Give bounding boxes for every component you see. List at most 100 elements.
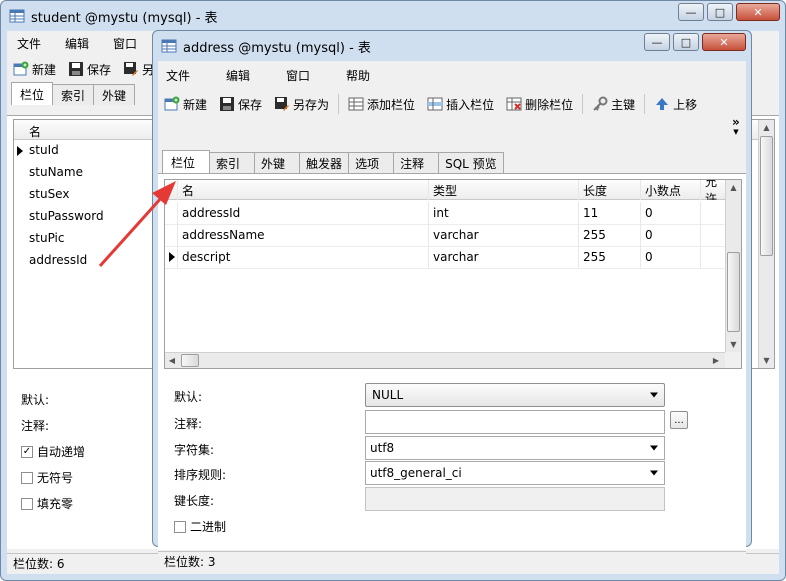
col-header-name[interactable]: 名	[178, 180, 429, 200]
front-tab-comments[interactable]: 注释	[393, 152, 440, 173]
dropdown-arrow-icon	[650, 470, 658, 476]
back-zerofill-checkbox[interactable]: 填充零	[21, 495, 73, 512]
close-icon[interactable]: ✕	[736, 3, 780, 21]
cell-name[interactable]: addressName	[178, 224, 429, 246]
binary-checkbox[interactable]: 二进制	[174, 518, 226, 535]
front-menu-edit[interactable]: 编辑	[214, 67, 274, 84]
front-hscroll-thumb[interactable]	[181, 354, 199, 367]
cell-name[interactable]: addressId	[178, 202, 429, 224]
scroll-left-icon[interactable]: ◀	[165, 353, 179, 368]
minimize-icon[interactable]: —	[644, 33, 670, 51]
front-grid-vscroll[interactable]: ▲ ▼	[725, 180, 741, 352]
table-row[interactable]: descript varchar 255 0	[165, 246, 725, 269]
front-tab-indexes[interactable]: 索引	[209, 152, 256, 173]
scroll-up-icon[interactable]: ▲	[726, 180, 741, 194]
front-tab-fields[interactable]: 栏位	[162, 150, 211, 173]
cell-length[interactable]: 11	[579, 202, 641, 224]
delete-field-icon	[506, 97, 522, 111]
arrow-up-icon	[656, 98, 669, 110]
back-tab-fields[interactable]: 栏位	[11, 82, 54, 105]
comment-input[interactable]	[365, 410, 665, 434]
table-row[interactable]: addressId int 11 0	[165, 202, 725, 225]
back-menu-file[interactable]: 文件	[7, 35, 55, 52]
back-menu-edit[interactable]: 编辑	[55, 35, 103, 52]
cell-type[interactable]: varchar	[429, 224, 579, 246]
back-tab-indexes[interactable]: 索引	[52, 84, 95, 105]
front-window-controls: — □ ✕	[644, 33, 746, 51]
cell-type[interactable]: int	[429, 202, 579, 224]
col-header-decimals[interactable]: 小数点	[641, 180, 701, 200]
back-grid-vscroll[interactable]: ▲ ▼	[758, 120, 774, 368]
comment-more-button[interactable]: ...	[670, 411, 688, 429]
close-icon[interactable]: ✕	[702, 33, 746, 51]
col-header-allow-null[interactable]: 允许	[701, 180, 725, 200]
front-tab-foreign-keys[interactable]: 外键	[254, 152, 301, 173]
front-tab-options[interactable]: 选项	[348, 152, 395, 173]
move-up-button[interactable]: 上移	[648, 93, 703, 115]
front-tab-triggers[interactable]: 触发器	[299, 152, 350, 173]
cell-type[interactable]: varchar	[429, 246, 579, 268]
cell-decimals[interactable]: 0	[641, 224, 701, 246]
delete-field-button[interactable]: 删除栏位	[500, 93, 579, 115]
maximize-icon[interactable]: □	[707, 3, 733, 21]
front-menu-file[interactable]: 文件	[158, 67, 214, 84]
col-header-type[interactable]: 类型	[429, 180, 579, 200]
toolbar-overflow-button[interactable]: » ▼	[732, 116, 740, 137]
col-header-length[interactable]: 长度	[579, 180, 641, 200]
cell-allow-null[interactable]	[701, 246, 725, 268]
scroll-down-icon[interactable]: ▼	[726, 337, 741, 351]
collation-select[interactable]: utf8_general_ci	[365, 461, 665, 485]
back-grid-row[interactable]: addressId	[29, 253, 87, 267]
table-row[interactable]: addressName varchar 255 0	[165, 224, 725, 247]
back-tab-foreign-keys[interactable]: 外键	[93, 84, 136, 105]
cell-name[interactable]: descript	[178, 246, 429, 268]
back-grid-row[interactable]: stuSex	[29, 187, 69, 201]
back-comment-label: 注释:	[21, 419, 50, 433]
new-table-icon	[164, 96, 180, 111]
back-grid-row[interactable]: stuPic	[29, 231, 64, 245]
back-unsigned-checkbox[interactable]: 无符号	[21, 469, 73, 486]
charset-select[interactable]: utf8	[365, 436, 665, 460]
maximize-icon[interactable]: □	[673, 33, 699, 51]
cell-allow-null[interactable]	[701, 224, 725, 246]
cell-length[interactable]: 255	[579, 246, 641, 268]
back-new-button[interactable]: 新建	[7, 58, 62, 80]
back-vscroll-thumb[interactable]	[760, 136, 773, 256]
front-save-button[interactable]: 保存	[213, 93, 268, 115]
insert-field-icon	[427, 97, 443, 111]
current-row-marker-icon	[169, 252, 175, 262]
toolbar-separator	[338, 94, 340, 114]
front-tab-sql-preview[interactable]: SQL 预览	[438, 152, 504, 173]
front-vscroll-thumb[interactable]	[727, 252, 740, 332]
front-menu-window[interactable]: 窗口	[274, 67, 334, 84]
grid-corner	[165, 180, 178, 200]
back-save-button[interactable]: 保存	[62, 58, 117, 80]
back-grid-row[interactable]: stuName	[29, 165, 83, 179]
back-menu-window[interactable]: 窗口	[103, 35, 151, 52]
scroll-up-icon[interactable]: ▲	[759, 120, 774, 134]
front-menu-help[interactable]: 帮助	[334, 67, 394, 84]
cell-allow-null[interactable]	[701, 202, 725, 224]
default-label: 默认:	[174, 390, 203, 404]
back-auto-increment-checkbox[interactable]: ✓ 自动递增	[21, 443, 85, 460]
add-field-label: 添加栏位	[367, 97, 416, 112]
toolbar-separator	[582, 94, 584, 114]
back-grid-row[interactable]: stuId	[29, 143, 59, 157]
back-grid-row[interactable]: stuPassword	[29, 209, 104, 223]
primary-key-button[interactable]: 主键	[586, 93, 641, 115]
back-window-controls: — □ ✕	[678, 3, 780, 21]
minimize-icon[interactable]: —	[678, 3, 704, 21]
scroll-down-icon[interactable]: ▼	[759, 353, 774, 367]
add-field-button[interactable]: 添加栏位	[342, 93, 421, 115]
cell-decimals[interactable]: 0	[641, 202, 701, 224]
default-select[interactable]: NULL	[365, 383, 665, 407]
front-saveas-button[interactable]: 另存为	[268, 93, 335, 115]
cell-decimals[interactable]: 0	[641, 246, 701, 268]
scroll-right-icon[interactable]: ▶	[709, 353, 723, 368]
cell-length[interactable]: 255	[579, 224, 641, 246]
insert-field-button[interactable]: 插入栏位	[421, 93, 500, 115]
front-grid-hscroll[interactable]: ◀ ▶	[165, 352, 725, 368]
front-new-button[interactable]: 新建	[158, 93, 213, 115]
front-new-label: 新建	[183, 97, 208, 112]
table-icon	[161, 39, 177, 53]
